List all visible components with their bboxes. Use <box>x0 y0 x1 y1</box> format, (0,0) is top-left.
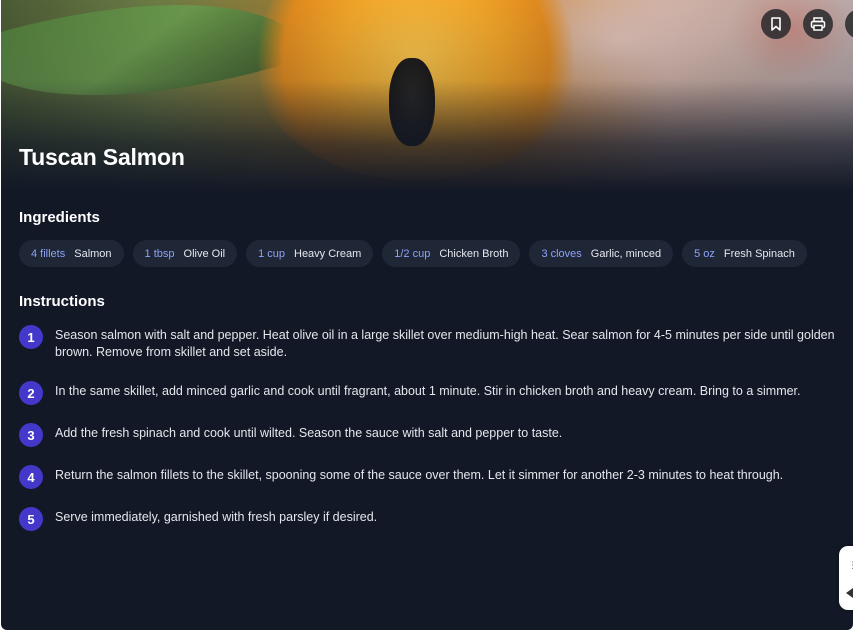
step-number-badge: 5 <box>19 507 43 531</box>
step-text: Serve immediately, garnished with fresh … <box>55 510 378 524</box>
ingredient-chip: 5 oz Fresh Spinach <box>682 240 807 267</box>
ingredient-name: Heavy Cream <box>294 247 362 260</box>
ingredient-name: Garlic, minced <box>590 247 662 260</box>
instruction-step: 5 Serve immediately, garnished with fres… <box>19 507 853 531</box>
ingredient-list: 4 fillets Salmon 1 tbsp Olive Oil 1 cup … <box>19 240 807 267</box>
ingredient-quantity: 1 tbsp <box>144 247 175 260</box>
instruction-step: 4 Return the salmon fillets to the skill… <box>19 465 853 489</box>
ingredient-chip: 1 cup Heavy Cream <box>246 240 374 267</box>
step-number-badge: 2 <box>19 381 43 405</box>
recipe-card: Tuscan Salmon Ingredients 4 fillets Salm… <box>1 0 853 630</box>
step-number-badge: 4 <box>19 465 43 489</box>
ingredient-chip: 4 fillets Salmon <box>19 240 124 267</box>
ingredients-heading: Ingredients <box>19 209 100 226</box>
ingredient-chip: 1 tbsp Olive Oil <box>132 240 238 267</box>
ingredient-quantity: 4 fillets <box>31 247 66 260</box>
ingredient-quantity: 1/2 cup <box>394 247 431 260</box>
step-text: Add the fresh spinach and cook until wil… <box>55 426 563 440</box>
ingredient-quantity: 3 cloves <box>541 247 582 260</box>
ingredient-name: Salmon <box>74 247 112 260</box>
step-text: In the same skillet, add minced garlic a… <box>55 384 801 398</box>
chevron-left-icon <box>846 588 853 598</box>
ingredient-chip: 1/2 cup Chicken Broth <box>382 240 521 267</box>
instruction-step: 2 In the same skillet, add minced garlic… <box>19 381 853 405</box>
step-number-badge: 3 <box>19 423 43 447</box>
instruction-step: 1 Season salmon with salt and pepper. He… <box>19 325 853 361</box>
side-panel-toggle[interactable]: ⋮ <box>839 546 853 610</box>
instructions-heading: Instructions <box>19 293 105 310</box>
ingredient-chip: 3 cloves Garlic, minced <box>529 240 674 267</box>
ingredient-quantity: 5 oz <box>694 247 715 260</box>
recipe-title: Tuscan Salmon <box>19 144 185 170</box>
print-button[interactable] <box>803 9 833 39</box>
print-icon <box>810 17 826 31</box>
step-number-badge: 1 <box>19 325 43 349</box>
step-text: Season salmon with salt and pepper. Heat… <box>55 328 835 359</box>
ingredient-name: Chicken Broth <box>439 247 509 260</box>
bookmark-button[interactable] <box>761 9 791 39</box>
ingredient-quantity: 1 cup <box>258 247 285 260</box>
step-text: Return the salmon fillets to the skillet… <box>55 468 784 482</box>
ingredient-name: Olive Oil <box>183 247 226 260</box>
instruction-step: 3 Add the fresh spinach and cook until w… <box>19 423 853 447</box>
bookmark-icon <box>771 17 781 31</box>
ingredient-name: Fresh Spinach <box>723 247 795 260</box>
drag-handle-icon: ⋮ <box>848 560 853 570</box>
